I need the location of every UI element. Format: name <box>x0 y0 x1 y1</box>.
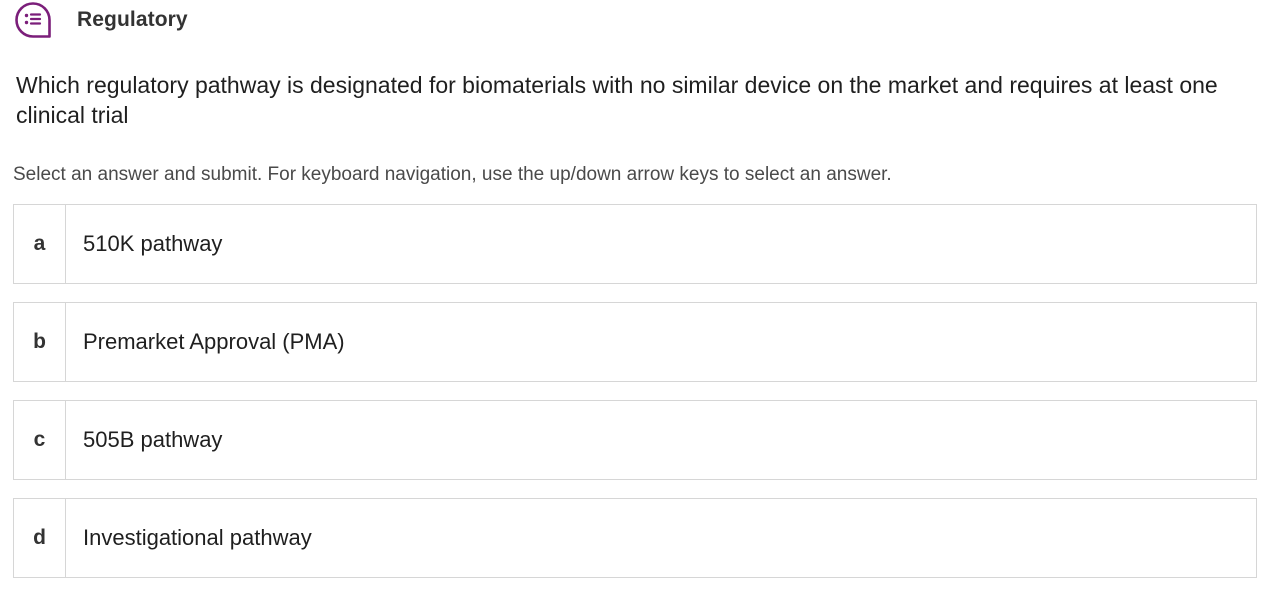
answer-options: a 510K pathway b Premarket Approval (PMA… <box>13 204 1257 596</box>
answer-option-a[interactable]: a 510K pathway <box>13 204 1257 284</box>
option-letter: b <box>14 303 66 381</box>
option-label: Premarket Approval (PMA) <box>83 329 345 354</box>
answer-option-d[interactable]: d Investigational pathway <box>13 498 1257 578</box>
option-letter: d <box>14 499 66 577</box>
option-letter: c <box>14 401 66 479</box>
quiz-title: Regulatory <box>77 8 188 31</box>
option-letter: a <box>14 205 66 283</box>
quiz-list-icon <box>15 2 51 38</box>
question-text: Which regulatory pathway is designated f… <box>16 72 1218 128</box>
option-label: 505B pathway <box>83 427 223 452</box>
instructions-text: Select an answer and submit. For keyboar… <box>13 164 892 185</box>
option-label: 510K pathway <box>83 231 223 256</box>
quiz-header: Regulatory <box>14 1 188 39</box>
option-label: Investigational pathway <box>83 525 312 550</box>
answer-option-c[interactable]: c 505B pathway <box>13 400 1257 480</box>
answer-option-b[interactable]: b Premarket Approval (PMA) <box>13 302 1257 382</box>
